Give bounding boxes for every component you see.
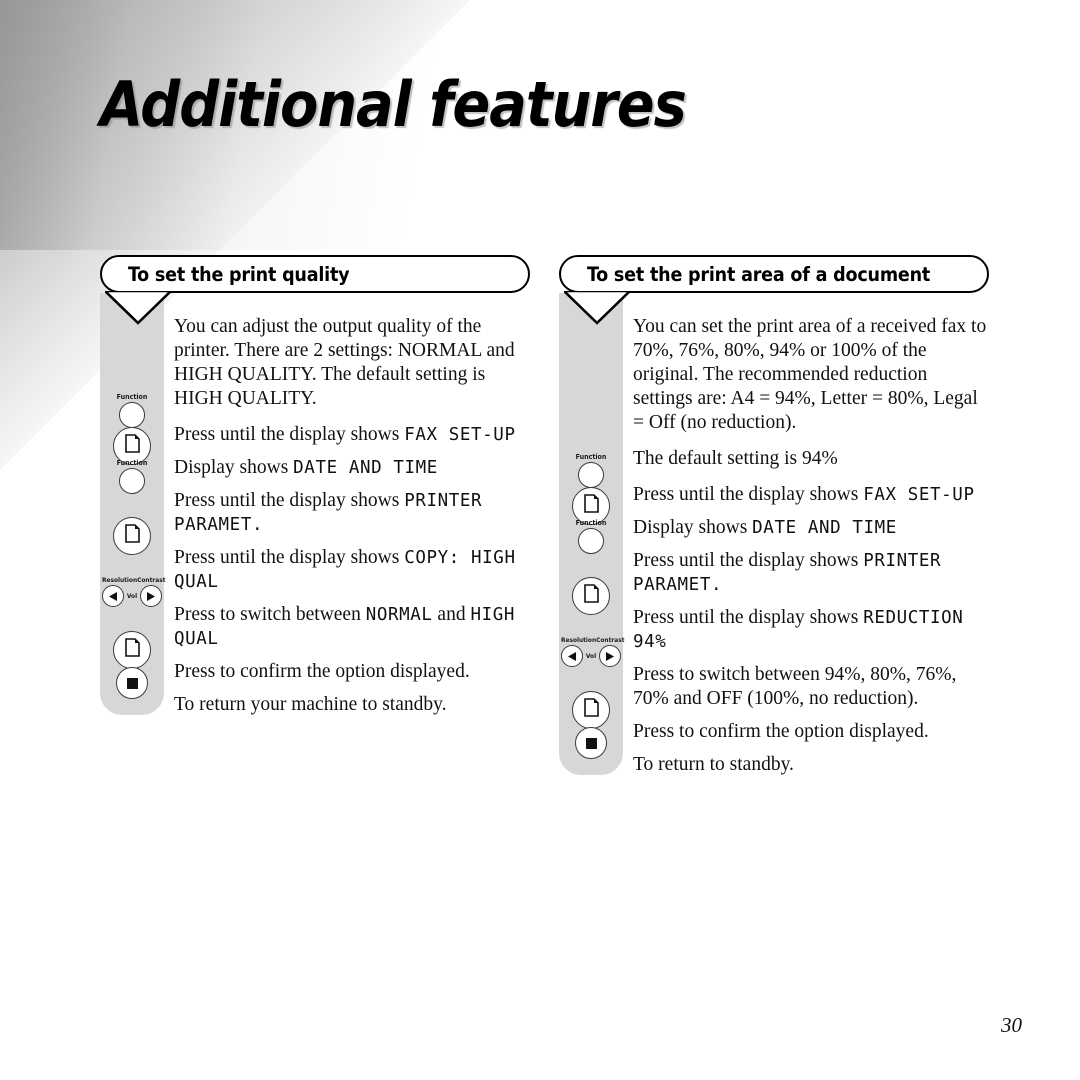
steps-list-print-area: You can set the print area of a received… [633, 315, 989, 777]
section-header-title: To set the print area of a document [587, 262, 931, 286]
document-page-icon [124, 638, 141, 662]
step-text: Press until the display shows PRINTER PA… [174, 489, 530, 537]
step-text: To return your machine to standby. [174, 693, 530, 717]
contrast-label: Contrast [137, 576, 166, 584]
document-page: Additional features To set the print qua… [0, 0, 1080, 1080]
lcd-display-value: FAX SET-UP [863, 485, 975, 505]
lcd-display-value: DATE AND TIME [293, 458, 438, 478]
function-label: Function [116, 393, 148, 401]
contrast-right-arrow-button[interactable] [139, 585, 162, 607]
section-header-print-quality: To set the print quality [100, 255, 530, 293]
header-pointer-triangle [564, 291, 630, 325]
step-instruction-text: Press until the display shows [633, 550, 864, 571]
document-button[interactable] [572, 577, 610, 615]
vol-label: Vol [585, 652, 597, 660]
step-instruction-text: Press until the display shows [174, 424, 405, 445]
stop-square-icon [585, 737, 597, 749]
step-text: Display shows DATE AND TIME [174, 456, 530, 480]
step-instruction-text: Press to switch between 94%, 80%, 76%, 7… [633, 664, 957, 709]
function-button-group: Function [100, 393, 164, 428]
section-intro-paragraph: The default setting is 94% [633, 448, 838, 469]
step-text: Press to confirm the option displayed. [174, 660, 530, 684]
step-text: Display shows DATE AND TIME [633, 516, 989, 540]
stop-button[interactable] [575, 727, 607, 759]
vol-label: Vol [126, 592, 138, 600]
document-button-group [559, 691, 623, 729]
control-bar-left: Function Function Resolution Contrast Vol [100, 293, 166, 715]
page-number: 30 [1001, 1013, 1022, 1037]
section-intro-paragraph: You can set the print area of a received… [633, 316, 987, 433]
function-button[interactable] [119, 468, 145, 494]
function-button-group: Function [559, 453, 623, 488]
step-instruction-text: Press to confirm the option displayed. [174, 661, 470, 682]
function-label: Function [575, 519, 607, 527]
contrast-label: Contrast [596, 636, 625, 644]
step-text: To return to standby. [633, 753, 989, 777]
document-button[interactable] [113, 631, 151, 669]
stop-button-group [559, 727, 623, 759]
step-instruction-text: Press to confirm the option displayed. [633, 721, 929, 742]
step-instruction-text: To return to standby. [633, 754, 794, 775]
step-instruction-text: Press until the display shows [633, 484, 864, 505]
document-page-icon [583, 494, 600, 518]
step-text: Press until the display shows FAX SET-UP [174, 423, 530, 447]
document-page-icon [583, 698, 600, 722]
function-button[interactable] [119, 402, 145, 428]
step-text: Press until the display shows FAX SET-UP [633, 483, 989, 507]
resolution-left-arrow-button[interactable] [102, 585, 124, 607]
step-text: Press until the display shows PRINTER PA… [633, 549, 989, 597]
function-label: Function [116, 459, 148, 467]
document-button-group [100, 631, 164, 669]
step-instruction-text: Press until the display shows [633, 607, 864, 628]
stop-button[interactable] [116, 667, 148, 699]
function-button-group: Function [100, 459, 164, 494]
step-text: Press until the display shows REDUCTION … [633, 606, 989, 654]
resolution-contrast-control: Resolution Contrast Vol [100, 576, 166, 607]
function-button[interactable] [578, 462, 604, 488]
document-button-group [559, 577, 623, 615]
contrast-right-arrow-button[interactable] [598, 645, 621, 667]
section-print-area: To set the print area of a document Func… [559, 255, 989, 786]
lcd-display-value: DATE AND TIME [752, 518, 897, 538]
step-text: Press until the display shows COPY: HIGH… [174, 546, 530, 594]
step-instruction-text: Press until the display shows [174, 547, 405, 568]
stop-button-group [100, 667, 164, 699]
control-bar-right: Function Function Resolution Contrast Vol [559, 293, 625, 775]
step-instruction-text: Display shows [633, 517, 753, 538]
step-instruction-text: Press to switch between [174, 604, 366, 625]
section-body-print-area: Function Function Resolution Contrast Vol Yo… [559, 293, 989, 777]
step-text: Press to confirm the option displayed. [633, 720, 989, 744]
step-instruction-text: and [432, 604, 471, 625]
section-print-quality: To set the print quality Function Functio… [100, 255, 530, 726]
function-button[interactable] [578, 528, 604, 554]
lcd-display-value: FAX SET-UP [404, 425, 516, 445]
section-header-title: To set the print quality [128, 262, 350, 286]
step-instruction-text: To return your machine to standby. [174, 694, 447, 715]
document-button[interactable] [113, 517, 151, 555]
document-page-icon [124, 434, 141, 458]
section-body-print-quality: Function Function Resolution Contrast Vol Yo… [100, 293, 530, 717]
document-button[interactable] [572, 691, 610, 729]
document-page-icon [124, 524, 141, 548]
step-text: Press to switch between 94%, 80%, 76%, 7… [633, 663, 989, 711]
header-pointer-triangle [105, 291, 171, 325]
step-text: Press to switch between NORMAL and HIGH … [174, 603, 530, 651]
document-button-group [100, 517, 164, 555]
function-button-group: Function [559, 519, 623, 554]
step-instruction-text: Press until the display shows [174, 490, 405, 511]
resolution-left-arrow-button[interactable] [561, 645, 583, 667]
resolution-label: Resolution [102, 576, 138, 584]
step-instruction-text: Display shows [174, 457, 294, 478]
lcd-display-value: NORMAL [365, 605, 433, 625]
steps-list-print-quality: You can adjust the output quality of the… [174, 315, 530, 717]
page-title: Additional features [100, 68, 687, 141]
resolution-contrast-control: Resolution Contrast Vol [559, 636, 625, 667]
section-header-print-area: To set the print area of a document [559, 255, 989, 293]
resolution-label: Resolution [561, 636, 597, 644]
stop-square-icon [126, 677, 138, 689]
document-page-icon [583, 584, 600, 608]
section-intro-paragraph: You can adjust the output quality of the… [174, 316, 515, 409]
function-label: Function [575, 453, 607, 461]
